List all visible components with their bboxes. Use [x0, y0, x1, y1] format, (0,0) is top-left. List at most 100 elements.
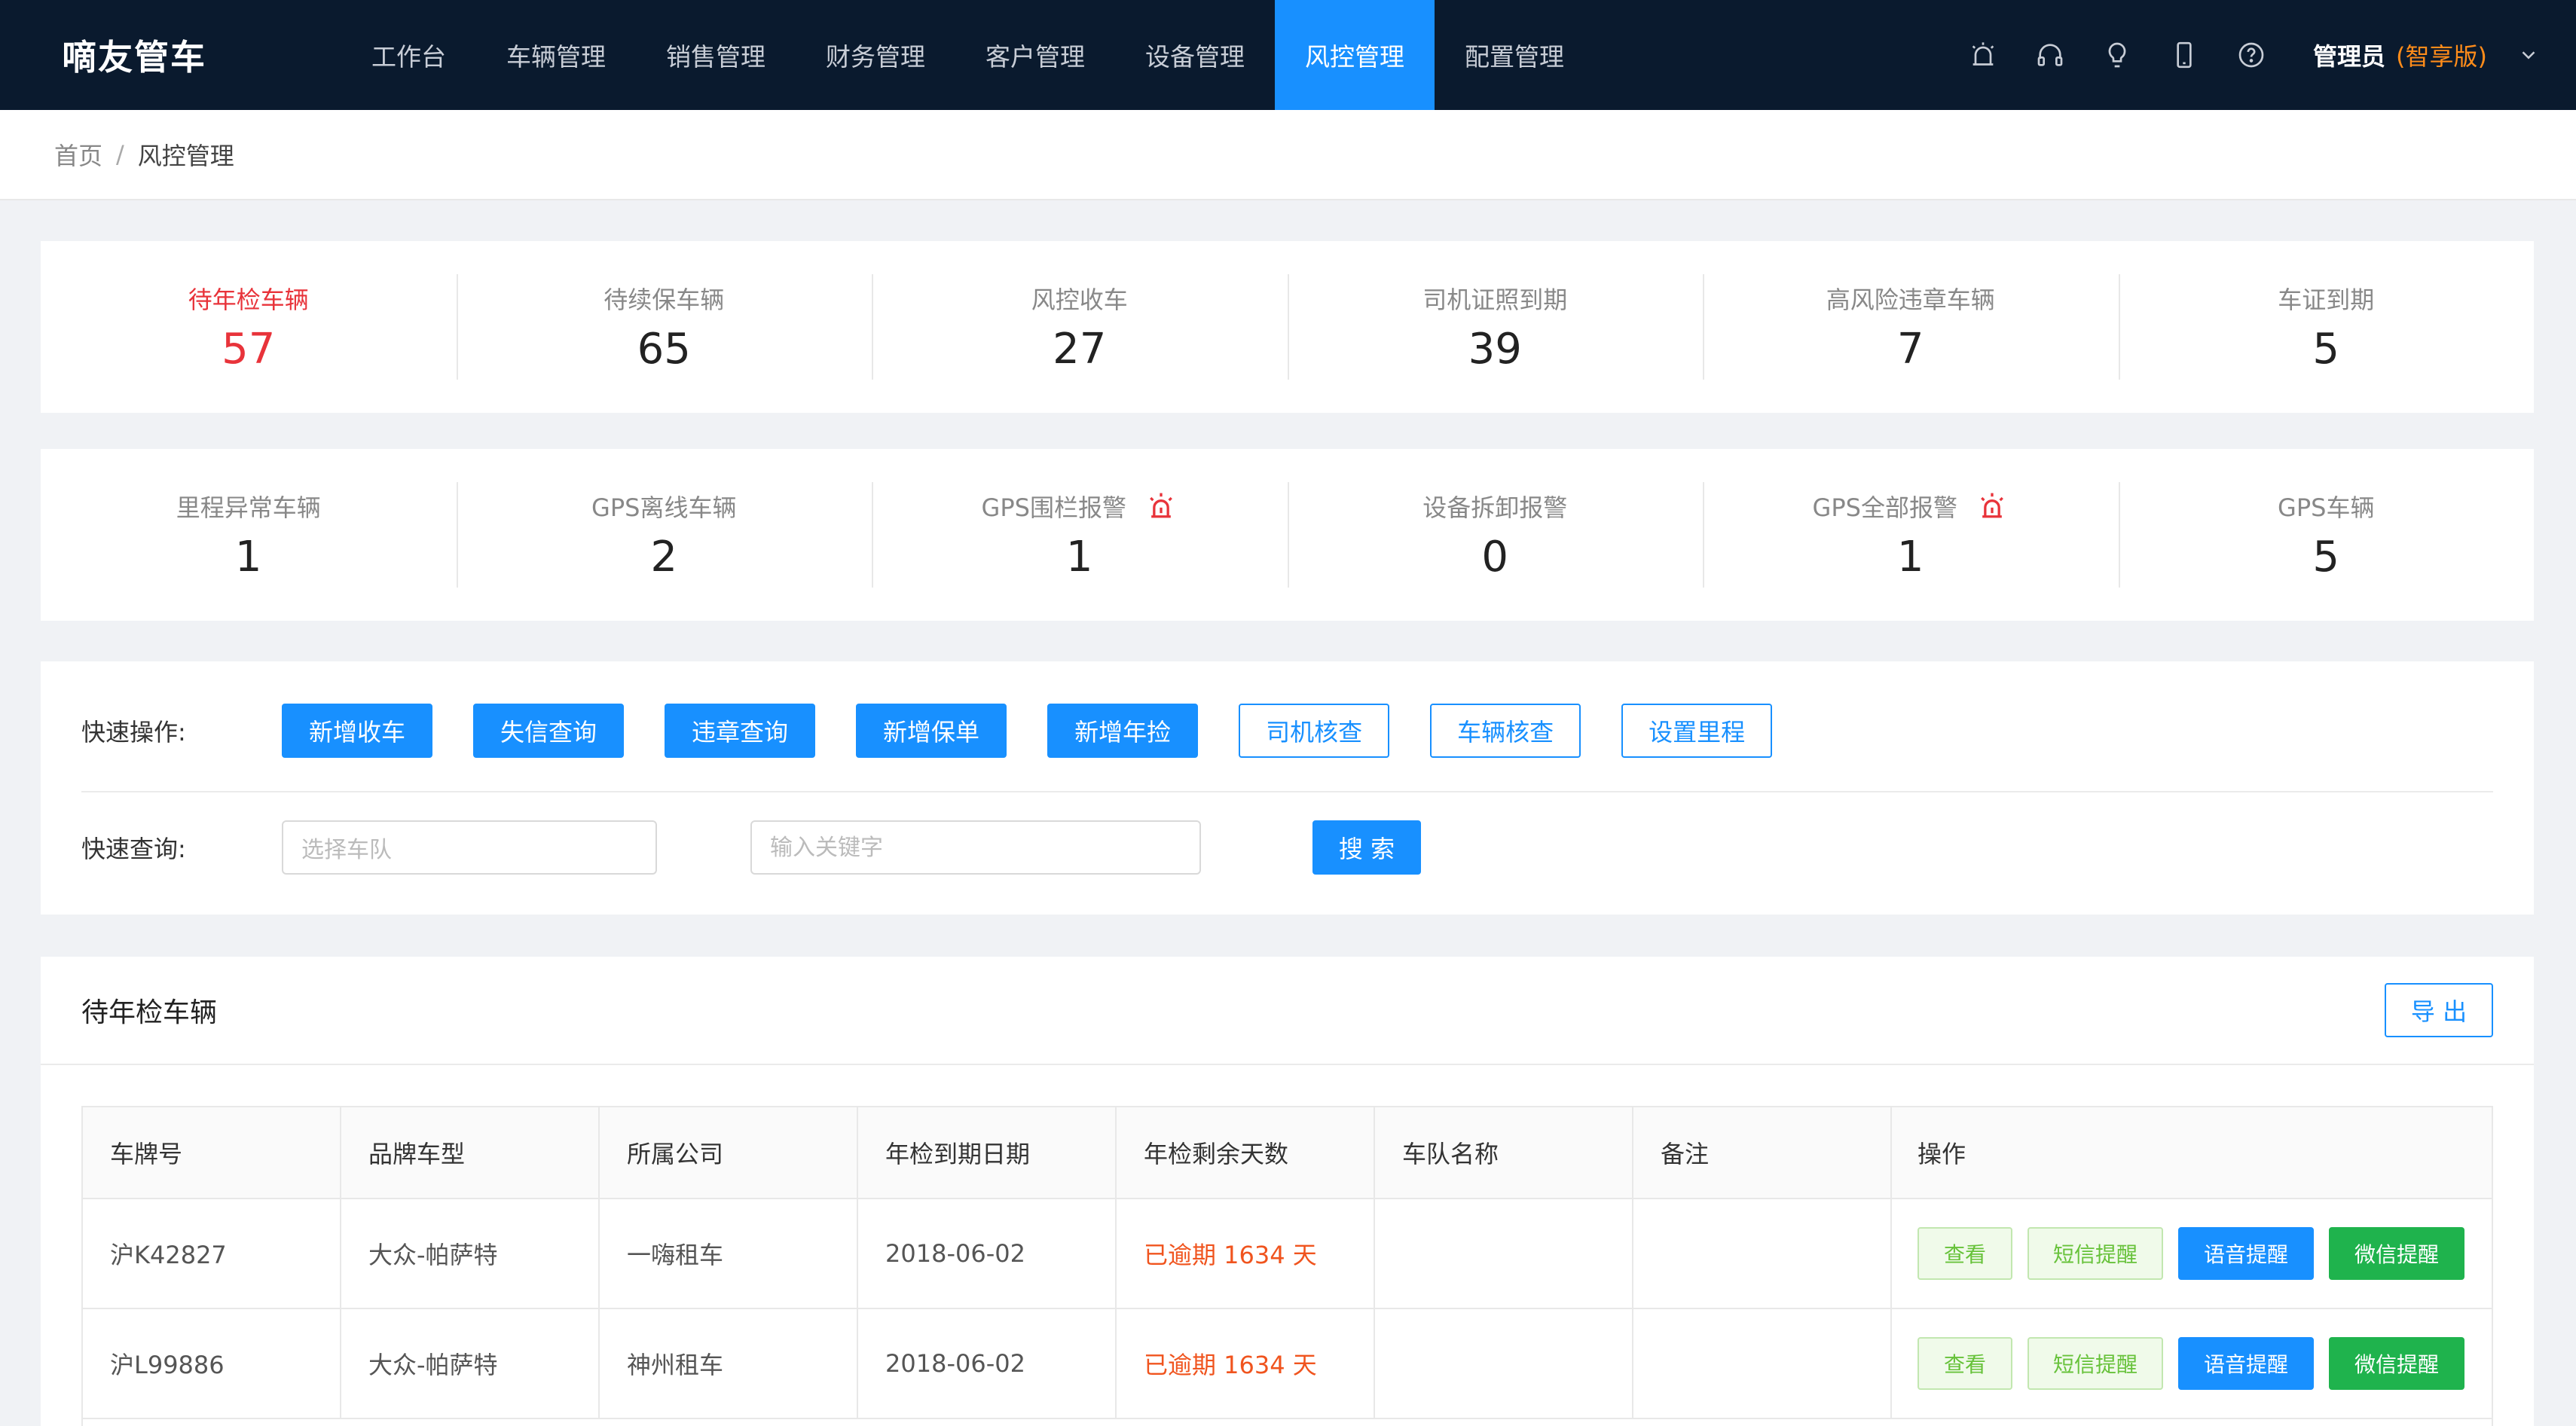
panel-header: 待年检车辆 导 出 [41, 957, 2534, 1065]
add-inspection-button[interactable]: 新增年捡 [1047, 704, 1199, 758]
alarm-icon [1981, 493, 2003, 518]
stat-device-removal-alarm[interactable]: 设备拆卸报警 0 [1287, 449, 1704, 621]
stat-label: 司机证照到期 [1422, 286, 1568, 315]
view-button[interactable]: 查看 [1917, 1227, 2012, 1280]
top-navbar: 嘀友管车 工作台 车辆管理 销售管理 财务管理 客户管理 设备管理 风控管理 配… [0, 0, 2576, 110]
stat-risk-recovery[interactable]: 风控收车 27 [872, 241, 1288, 413]
cell-fleet [1375, 1309, 1633, 1418]
stat-mileage-anomaly[interactable]: 里程异常车辆 1 [41, 449, 457, 621]
column-header: 年检到期日期 [858, 1107, 1117, 1198]
app-logo[interactable]: 嘀友管车 [62, 0, 206, 110]
cell-plate: 沪K42827 [83, 1199, 341, 1308]
wechat-reminder-button[interactable]: 微信提醒 [2329, 1227, 2464, 1280]
stat-value: 1 [1896, 533, 1924, 582]
stat-high-risk-violations[interactable]: 高风险违章车辆 7 [1703, 241, 2119, 413]
credit-query-button[interactable]: 失信查询 [473, 704, 625, 758]
inspection-table: 车牌号 品牌车型 所属公司 年检到期日期 年检剩余天数 车队名称 备注 操作 沪… [81, 1106, 2493, 1426]
driver-check-button[interactable]: 司机核查 [1239, 704, 1390, 758]
stat-value: 5 [2312, 325, 2340, 374]
stat-value: 39 [1468, 325, 1522, 374]
voice-reminder-button[interactable]: 语音提醒 [2178, 1337, 2314, 1390]
cell-remaining-days: 已逾期 1634 天 [1117, 1309, 1375, 1418]
breadcrumb-home[interactable]: 首页 [54, 137, 102, 172]
cell-plate: 沪L99886 [83, 1309, 341, 1418]
breadcrumb-current: 风控管理 [137, 142, 234, 170]
keyword-input[interactable] [750, 820, 1201, 875]
add-recovery-button[interactable]: 新增收车 [282, 704, 433, 758]
alarm-icon[interactable] [1966, 38, 2000, 72]
headset-icon[interactable] [2034, 38, 2067, 72]
stat-value: 0 [1481, 533, 1509, 582]
cell-note [1633, 1309, 1892, 1418]
stat-gps-offline[interactable]: GPS离线车辆 2 [456, 449, 872, 621]
cell-company: 一嗨租车 [600, 1199, 858, 1308]
quick-query-label: 快速查询: [81, 835, 186, 863]
mobile-icon[interactable] [2168, 38, 2201, 72]
nav-item-customers[interactable]: 客户管理 [955, 0, 1115, 110]
violation-query-button[interactable]: 违章查询 [665, 704, 816, 758]
column-header: 备注 [1633, 1107, 1892, 1198]
sms-reminder-button[interactable]: 短信提醒 [2027, 1337, 2163, 1390]
stat-value: 1 [1065, 533, 1093, 582]
stat-label: 待年检车辆 [188, 286, 309, 315]
breadcrumb-separator: / [116, 140, 124, 169]
main-nav: 工作台 车辆管理 销售管理 财务管理 客户管理 设备管理 风控管理 配置管理 [341, 0, 1594, 110]
cell-due-date: 2018-06-02 [858, 1309, 1117, 1418]
vehicle-check-button[interactable]: 车辆核查 [1430, 704, 1581, 758]
stat-label: 里程异常车辆 [176, 493, 321, 523]
stat-gps-all-alarms[interactable]: GPS全部报警 1 [1703, 449, 2119, 621]
stat-driver-license-expiry[interactable]: 司机证照到期 39 [1287, 241, 1704, 413]
chevron-down-icon [2522, 51, 2535, 60]
nav-item-config[interactable]: 配置管理 [1435, 0, 1594, 110]
nav-item-sales[interactable]: 销售管理 [636, 0, 796, 110]
nav-item-vehicles[interactable]: 车辆管理 [476, 0, 636, 110]
column-header: 车队名称 [1375, 1107, 1633, 1198]
user-menu[interactable]: 管理员 (智享版) [2313, 0, 2540, 110]
stat-gps-vehicles[interactable]: GPS车辆 5 [2118, 449, 2535, 621]
pending-inspection-panel: 待年检车辆 导 出 车牌号 品牌车型 所属公司 年检到期日期 年检剩余天数 车队… [41, 957, 2534, 1426]
stat-vehicle-license-expiry[interactable]: 车证到期 5 [2118, 241, 2535, 413]
column-header: 车牌号 [83, 1107, 341, 1198]
lightbulb-icon[interactable] [2101, 38, 2134, 72]
stats-row-2: 里程异常车辆 1 GPS离线车辆 2 GPS围栏报警 1 设备拆卸报警 0 GP… [41, 449, 2534, 621]
cell-fleet [1375, 1199, 1633, 1308]
stat-label: 待续保车辆 [604, 286, 725, 315]
stat-label-with-alarm: GPS全部报警 [1813, 489, 2009, 524]
stat-value: 2 [650, 533, 678, 582]
quick-ops-row: 快速操作: 新增收车 失信查询 违章查询 新增保单 新增年捡 司机核查 车辆核查… [81, 704, 1813, 758]
column-header: 操作 [1917, 1140, 1966, 1168]
cell-remaining-days: 已逾期 1634 天 [1117, 1199, 1375, 1308]
view-button[interactable]: 查看 [1917, 1337, 2012, 1390]
user-edition: (智享版) [2396, 42, 2487, 71]
alarm-icon [1150, 493, 1172, 518]
stat-label: GPS全部报警 [1812, 493, 1957, 523]
wechat-reminder-button[interactable]: 微信提醒 [2329, 1337, 2464, 1390]
fleet-select[interactable]: 选择车队 [282, 820, 657, 875]
stat-insurance-renewal-due[interactable]: 待续保车辆 65 [456, 241, 872, 413]
voice-reminder-button[interactable]: 语音提醒 [2178, 1227, 2314, 1280]
add-policy-button[interactable]: 新增保单 [856, 704, 1007, 758]
nav-item-risk-control[interactable]: 风控管理 [1275, 0, 1435, 110]
stat-gps-fence-alarm[interactable]: GPS围栏报警 1 [872, 449, 1288, 621]
stat-value: 5 [2312, 533, 2340, 582]
nav-item-workbench[interactable]: 工作台 [341, 0, 476, 110]
stat-value: 65 [637, 325, 691, 374]
panel-title: 待年检车辆 [81, 997, 218, 1028]
cell-actions: 查看 短信提醒 语音提醒 微信提醒 [1892, 1199, 2492, 1308]
stat-label: 车证到期 [2278, 286, 2375, 315]
help-icon[interactable] [2235, 38, 2268, 72]
export-button[interactable]: 导 出 [2385, 983, 2493, 1037]
column-header: 年检剩余天数 [1117, 1107, 1375, 1198]
stat-label: GPS离线车辆 [591, 493, 737, 523]
table-row: 沪K42827 大众-帕萨特 一嗨租车 2018-06-02 已逾期 1634 … [83, 1199, 2492, 1309]
stat-label: 设备拆卸报警 [1422, 493, 1568, 523]
stat-label: 高风险违章车辆 [1826, 286, 1995, 315]
nav-item-devices[interactable]: 设备管理 [1115, 0, 1275, 110]
cell-actions: 查看 短信提醒 语音提醒 微信提醒 [1892, 1309, 2492, 1418]
search-button[interactable]: 搜 索 [1312, 820, 1421, 875]
nav-item-finance[interactable]: 财务管理 [796, 0, 955, 110]
sms-reminder-button[interactable]: 短信提醒 [2027, 1227, 2163, 1280]
stat-annual-inspection-due[interactable]: 待年检车辆 57 [41, 241, 457, 413]
set-mileage-button[interactable]: 设置里程 [1621, 704, 1773, 758]
table-row: 沪L99886 大众-帕萨特 神州租车 2018-06-02 已逾期 1634 … [83, 1309, 2492, 1419]
